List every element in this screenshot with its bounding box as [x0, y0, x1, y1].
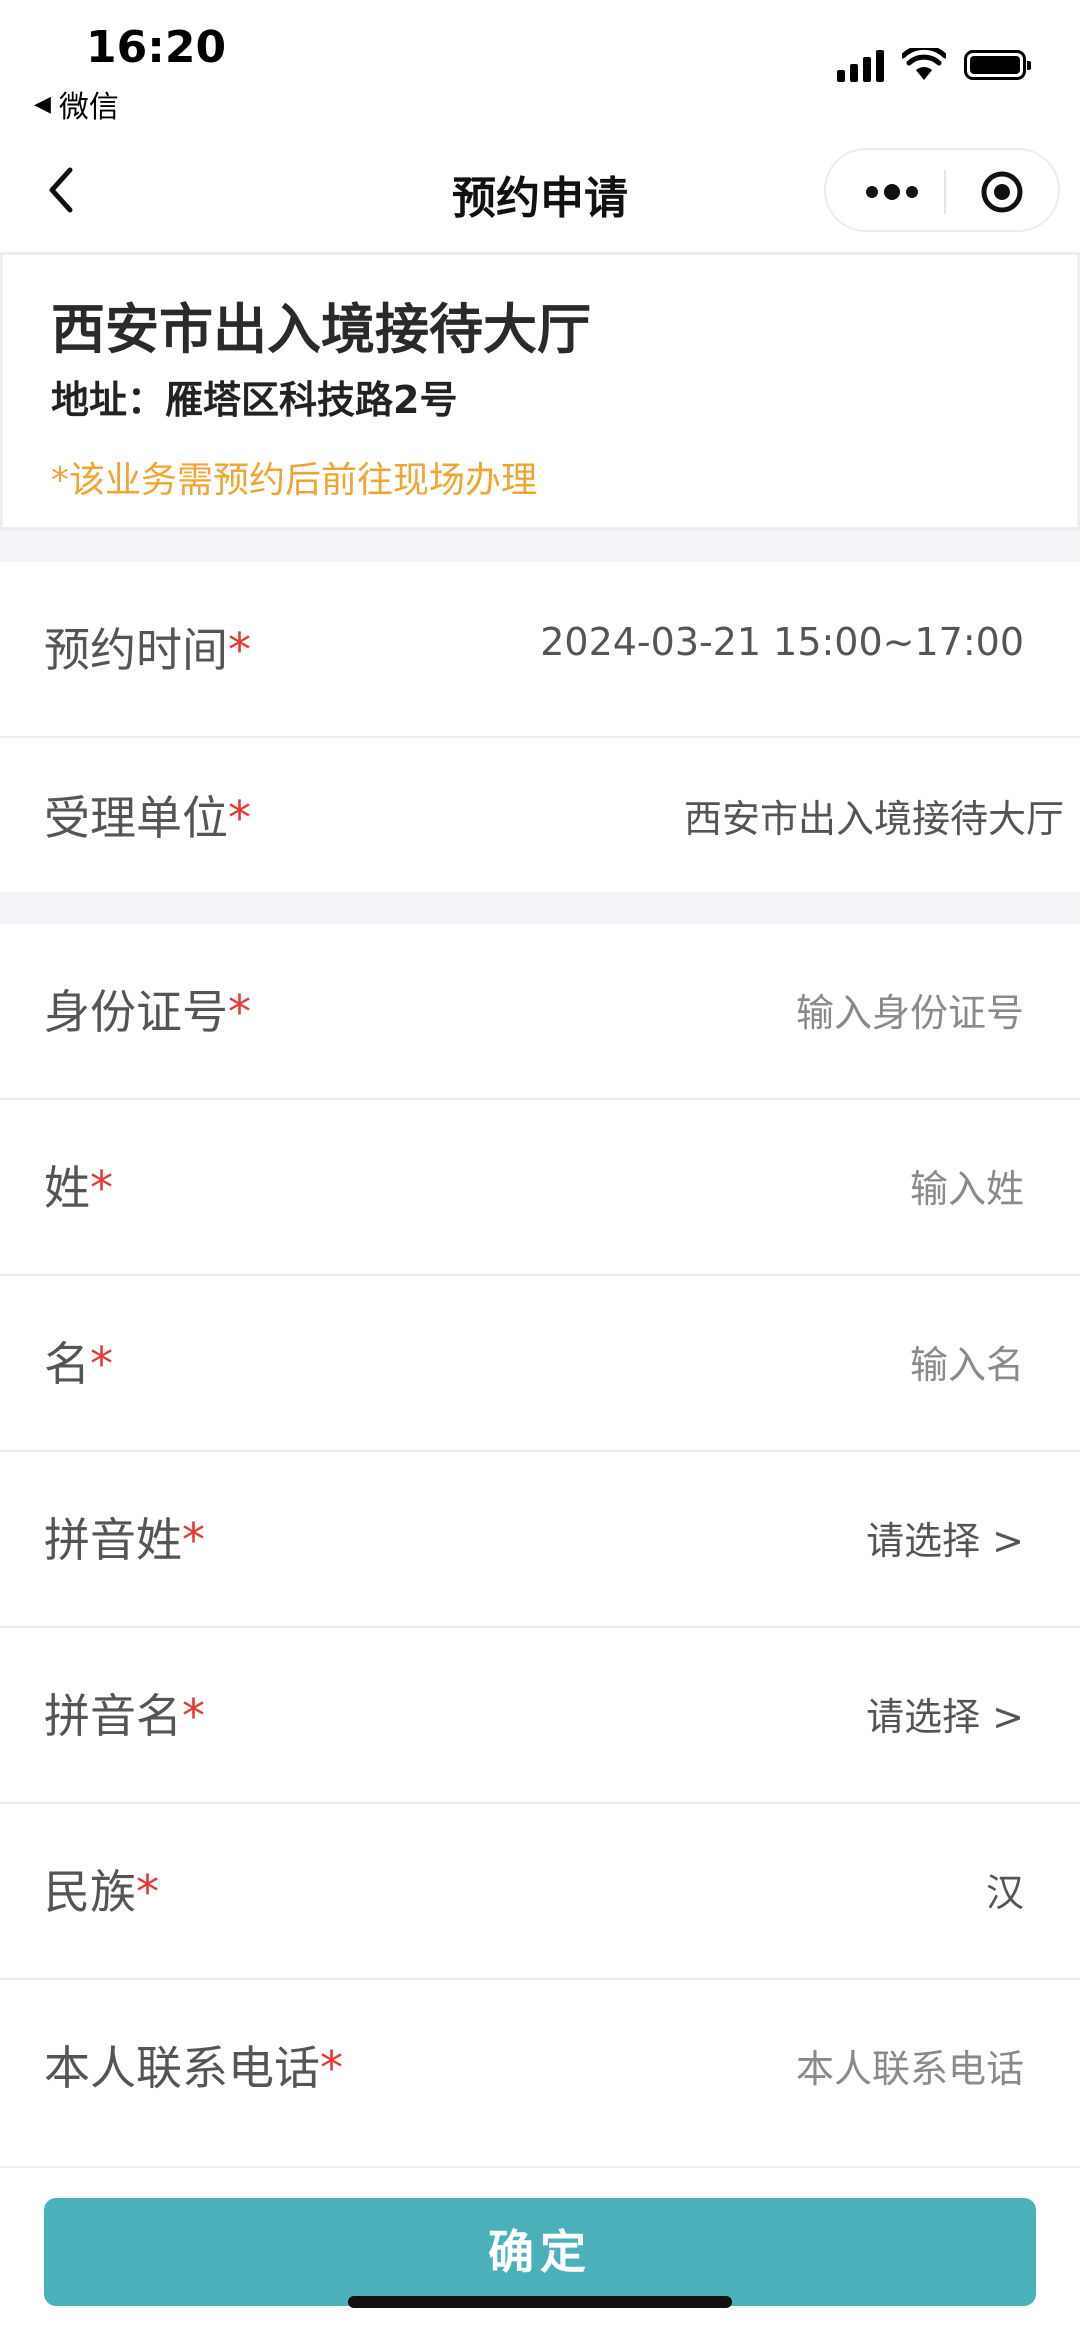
id-number-label: 身份证号 [44, 985, 228, 1039]
pinyin-surname-label: 拼音姓 [44, 1513, 182, 1567]
required-mark: * [90, 1337, 113, 1391]
home-indicator [348, 2296, 732, 2308]
confirm-button[interactable]: 确定 [44, 2198, 1036, 2306]
phone-input[interactable]: 本人联系电话 [796, 2038, 1024, 2093]
cellular-signal-icon [837, 48, 884, 82]
accepting-unit-value: 西安市出入境接待大厅 [683, 797, 1064, 841]
office-info-card: 西安市出入境接待大厅 地址：雁塔区科技路2号 *该业务需预约后前往现场办理 [0, 252, 1080, 530]
row-pinyin-given-name[interactable]: 拼音名* 请选择 > [0, 1628, 1080, 1804]
given-name-input[interactable]: 输入名 [910, 1334, 1024, 1389]
office-name: 西安市出入境接待大厅 [51, 298, 591, 361]
section-gap [0, 530, 1080, 562]
required-mark: * [182, 1689, 205, 1743]
pinyin-surname-select[interactable]: 请选择 > [866, 1510, 1024, 1565]
nav-bar: 预约申请 [0, 130, 1080, 250]
office-address: 地址：雁塔区科技路2号 [51, 378, 458, 422]
back-triangle-icon: ◀ [34, 91, 51, 117]
more-dots-icon[interactable] [862, 174, 922, 210]
required-mark: * [228, 791, 251, 845]
row-appointment-time[interactable]: 预约时间* 2024-03-21 15:00~17:00 [0, 562, 1080, 738]
required-mark: * [136, 1865, 159, 1919]
given-name-label: 名 [44, 1337, 90, 1391]
phone-label: 本人联系电话 [44, 2041, 320, 2095]
required-mark: * [182, 1513, 205, 1567]
ethnicity-label: 民族 [44, 1865, 136, 1919]
section-gap [0, 892, 1080, 924]
mini-program-capsule [824, 148, 1060, 232]
row-accepting-unit[interactable]: 受理单位* 西安市出入境接待大厅 [0, 738, 1080, 892]
required-mark: * [320, 2041, 343, 2095]
status-time: 16:20 [86, 22, 227, 73]
record-circle-icon[interactable] [980, 170, 1024, 214]
row-surname[interactable]: 姓* 输入姓 [0, 1100, 1080, 1276]
surname-label: 姓 [44, 1161, 90, 1215]
capsule-divider [944, 170, 946, 214]
row-phone[interactable]: 本人联系电话* 本人联系电话 [0, 1980, 1080, 2156]
appointment-time-label: 预约时间 [44, 623, 228, 677]
back-to-wechat[interactable]: ◀ 微信 [34, 82, 119, 126]
row-id-number[interactable]: 身份证号* 输入身份证号 [0, 924, 1080, 1100]
accepting-unit-label: 受理单位 [44, 791, 228, 845]
row-ethnicity[interactable]: 民族* 汉 [0, 1804, 1080, 1980]
status-icons [837, 48, 1031, 82]
wifi-icon [902, 48, 946, 80]
surname-input[interactable]: 输入姓 [910, 1158, 1024, 1213]
row-given-name[interactable]: 名* 输入名 [0, 1276, 1080, 1452]
pinyin-given-name-select[interactable]: 请选择 > [866, 1686, 1024, 1741]
ethnicity-value[interactable]: 汉 [986, 1862, 1024, 1917]
appointment-notice: *该业务需预约后前往现场办理 [51, 460, 538, 501]
row-pinyin-surname[interactable]: 拼音姓* 请选择 > [0, 1452, 1080, 1628]
back-app-label: 微信 [58, 90, 119, 125]
id-number-input[interactable]: 输入身份证号 [796, 982, 1024, 1037]
pinyin-given-name-label: 拼音名 [44, 1689, 182, 1743]
battery-icon [964, 50, 1031, 80]
required-mark: * [228, 623, 251, 677]
status-bar: 16:20 ◀ 微信 [0, 0, 1080, 130]
appointment-time-value: 2024-03-21 15:00~17:00 [540, 620, 1024, 664]
required-mark: * [228, 985, 251, 1039]
required-mark: * [90, 1161, 113, 1215]
